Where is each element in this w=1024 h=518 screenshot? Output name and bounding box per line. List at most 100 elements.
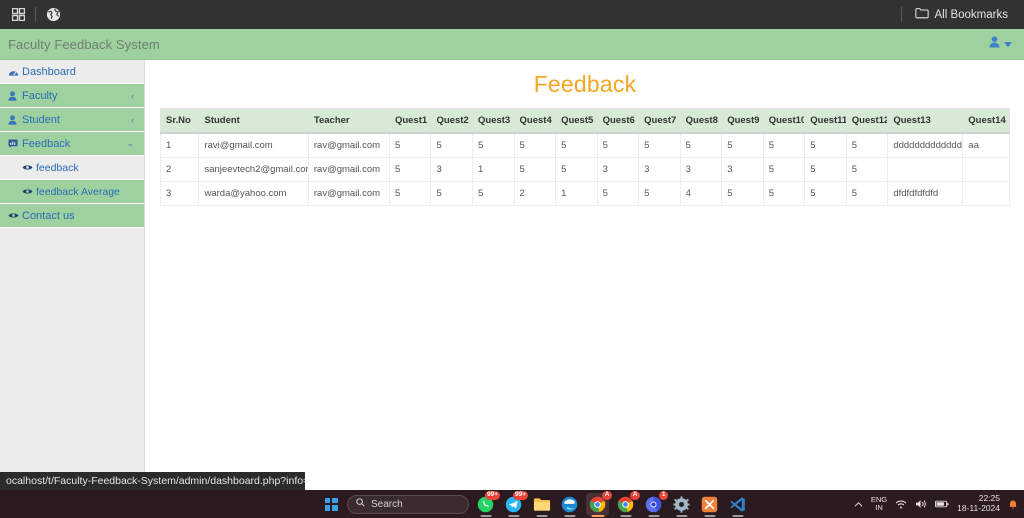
search-input[interactable]: Search [347,494,469,514]
taskbar-app-chrome-beta[interactable]: 1 [642,490,668,517]
table-header-quest13: Quest13 [887,108,964,134]
main-content: Feedback Sr.No Student Teacher Quest1 Quest2… [146,60,1024,490]
search-placeholder: Search [371,498,403,510]
speaker-icon[interactable] [915,499,927,509]
tray-language[interactable]: ENG IN [871,496,887,512]
table-cell: rav@gmail.com [307,181,390,206]
taskbar-running-indicator [704,514,715,517]
comment-chart-icon [8,139,22,148]
windows-start-icon[interactable] [320,493,342,515]
taskbar-app-vscode[interactable] [726,493,749,517]
taskbar-app-whatsapp[interactable]: 99+ [474,490,500,517]
table-cell: 5 [388,132,432,158]
sidebar-item-faculty-label: Faculty [22,89,58,102]
table-cell: 4 [679,181,723,206]
status-bar-url: ocalhost/t/Faculty-Feedback-System/admin… [0,472,305,490]
toolbar-divider-right [900,7,902,22]
table-header-quest8: Quest8 [679,108,723,134]
table-header-quest6: Quest6 [596,108,640,134]
table-cell: ravi@gmail.com [198,132,309,158]
table-cell: 5 [388,157,432,182]
table-header-quest3: Quest3 [472,108,515,134]
table-cell: 5 [555,157,598,182]
chrome-badge: A [602,490,612,500]
table-cell [962,181,1010,206]
browser-toolbar-right: All Bookmarks [900,4,1024,25]
taskbar-app-file-explorer[interactable] [530,493,553,517]
sidebar: Dashboard Faculty ‹ Student ‹ Feedback ⌄… [0,60,145,490]
sidebar-item-feedback[interactable]: Feedback ⌄ [0,132,144,156]
table-cell: 1 [472,157,515,182]
sidebar-item-dashboard[interactable]: Dashboard [0,60,144,84]
table-cell: 3 [159,181,200,206]
table-cell: 5 [804,132,847,158]
page-title: Feedback [533,71,637,97]
eye-icon [22,163,36,173]
apps-grid-icon[interactable] [7,4,29,26]
bell-icon[interactable] [1008,499,1018,510]
chevron-up-icon[interactable] [854,501,863,508]
all-bookmarks-label: All Bookmarks [934,8,1009,21]
feedback-table: Sr.No Student Teacher Quest1 Quest2 Quest3 Que… [159,108,1010,206]
all-bookmarks-button[interactable]: All Bookmarks [909,4,1015,25]
whatsapp-badge: 99+ [484,490,500,500]
table-header-quest7: Quest7 [638,108,681,134]
taskbar-app-telegram[interactable]: 99+ [502,490,528,517]
table-cell: 5 [721,181,764,206]
taskbar-app-edge[interactable] [558,493,581,517]
app-header-right [989,35,1024,53]
table-cell: 5 [721,132,764,158]
browser-toolbar: All Bookmarks [0,0,1024,29]
table-cell: 3 [596,157,640,182]
sidebar-item-student[interactable]: Student ‹ [0,108,144,132]
user-icon[interactable] [989,35,1000,53]
taskbar-running-indicator [536,514,547,517]
table-header-quest12: Quest12 [845,108,889,134]
battery-icon[interactable] [935,500,949,508]
app-header: Faculty Feedback System [0,29,1024,60]
taskbar-app-chrome[interactable]: A [586,490,612,517]
telegram-badge: 99+ [512,490,528,500]
table-row: 1 ravi@gmail.com rav@gmail.com 5 5 5 5 5 5 5 5 5 5 5 5… [159,132,1010,158]
taskbar-app-settings[interactable] [670,493,693,517]
table-header-quest14: Quest14 [962,108,1010,134]
table-header-sr-no: Sr.No [159,108,200,134]
chrome-2-badge: A [630,490,640,500]
table-header-quest2: Quest2 [430,108,473,134]
tray-clock[interactable]: 22:25 18-11-2024 [957,493,1000,514]
table-cell: 3 [638,157,681,182]
sidebar-subitem-feedback[interactable]: feedback [0,156,144,180]
user-icon [8,114,22,125]
table-cell [962,157,1010,182]
table-cell: 5 [762,181,806,206]
table-cell: 5 [638,181,681,206]
wifi-icon[interactable] [895,500,907,509]
table-cell: 5 [804,157,847,182]
sidebar-item-faculty[interactable]: Faculty ‹ [0,84,144,108]
table-cell: aa [962,132,1010,158]
sidebar-item-contact-us[interactable]: Contact us [0,204,144,228]
table-cell: 5 [638,132,681,158]
taskbar-app-chrome-2[interactable]: A [614,490,640,517]
taskbar-app-xampp[interactable] [698,493,721,517]
taskbar-running-indicator [620,514,631,517]
globe-icon[interactable] [42,4,64,26]
table-cell: 5 [513,132,557,158]
table-cell: 3 [430,157,473,182]
taskbar-running-indicator [480,514,491,517]
caret-down-icon[interactable] [1004,35,1012,53]
table-cell: 5 [845,157,889,182]
taskbar-center-group: Search 99+ 99+ A A 1 [320,490,749,517]
table-cell: sanjeevtech2@gmail.com [198,157,309,182]
table-cell: 5 [845,181,889,206]
sidebar-subitem-feedback-average[interactable]: feedback Average [0,180,144,204]
tray-language-region: IN [875,503,883,512]
table-cell: 5 [596,181,640,206]
table-header-quest1: Quest1 [388,108,432,134]
table-header-teacher: Teacher [307,108,390,134]
table-header-quest10: Quest10 [762,108,806,134]
table-cell [887,157,964,182]
table-cell: 5 [430,132,473,158]
table-cell: 5 [596,132,640,158]
table-cell: 3 [679,157,723,182]
